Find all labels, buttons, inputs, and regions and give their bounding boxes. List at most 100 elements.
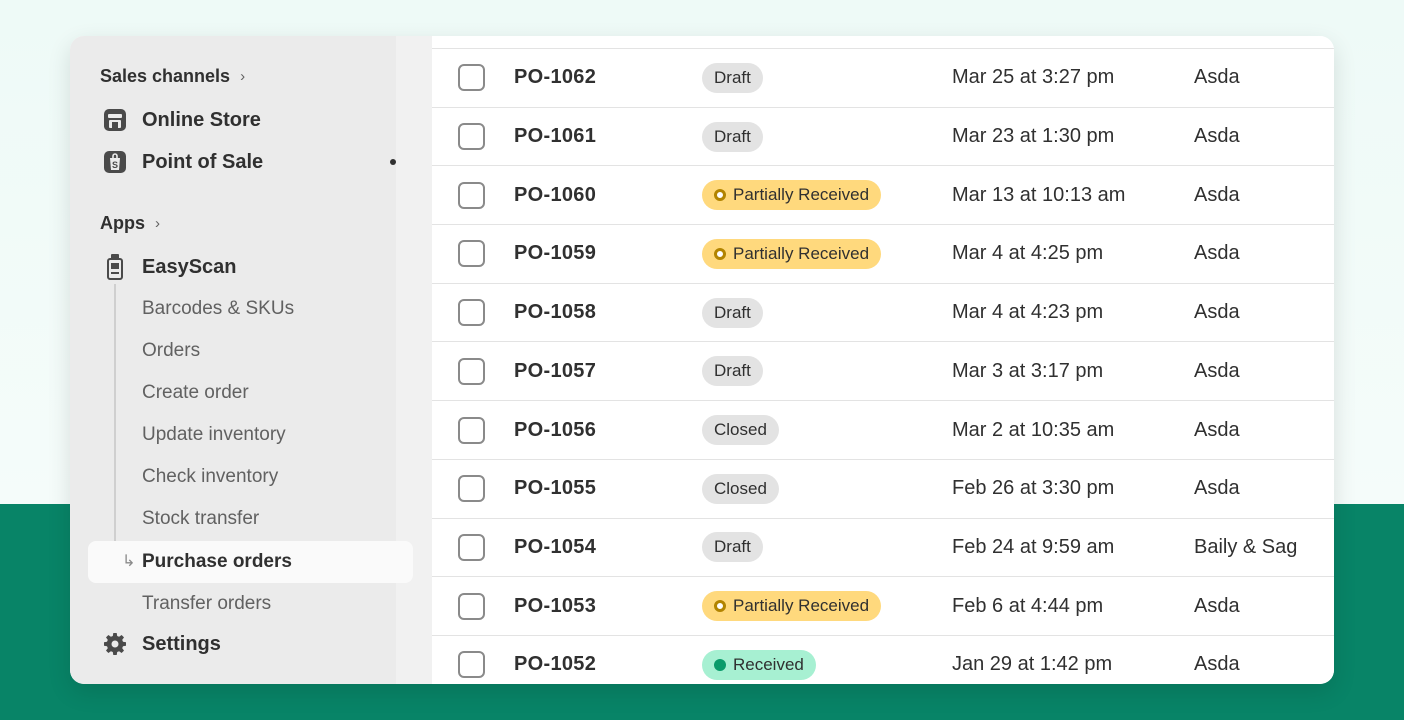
sales-channels-label: Sales channels (100, 66, 231, 86)
order-date: Mar 3 at 3:17 pm (952, 359, 1104, 382)
status-dot-icon (714, 600, 726, 613)
order-date: Feb 26 at 3:30 pm (952, 477, 1115, 500)
order-id[interactable]: PO-1060 (514, 184, 596, 207)
status-dot-icon (714, 247, 726, 260)
supplier-name: Asda (1194, 301, 1240, 324)
table-row[interactable]: PO-1062 Draft Mar 25 at 3:27 pm Asda (432, 49, 1334, 108)
arrow-right-icon: ↳ (122, 553, 136, 570)
supplier-name: Asda (1194, 66, 1240, 89)
row-checkbox[interactable] (458, 240, 485, 268)
status-badge: Draft (702, 297, 763, 328)
table-row[interactable]: PO-1056 Closed Mar 2 at 10:35 am Asda (432, 401, 1334, 460)
order-id[interactable]: PO-1061 (514, 125, 596, 148)
status-badge: Draft (702, 121, 763, 152)
table-row[interactable]: PO-1055 Closed Feb 26 at 3:30 pm Asda (432, 460, 1334, 519)
order-id[interactable]: PO-1055 (514, 477, 596, 500)
sidebar-item-label: Settings (142, 632, 221, 655)
order-id[interactable]: PO-1056 (514, 419, 596, 442)
sidebar-item-settings[interactable]: Settings (100, 624, 400, 664)
row-checkbox[interactable] (458, 475, 485, 503)
status-badge: Closed (702, 415, 779, 446)
status-badge: Closed (702, 473, 779, 504)
status-label: Received (733, 654, 804, 674)
sidebar-subitem-orders[interactable]: Orders (142, 331, 200, 371)
sidebar-subitem-label: Orders (142, 340, 201, 361)
table-row[interactable]: PO-1059 Partially Received Mar 4 at 4:25 p… (432, 225, 1334, 284)
status-badge: Partially Received (702, 180, 882, 211)
row-checkbox[interactable] (458, 651, 485, 679)
order-id[interactable]: PO-1058 (514, 301, 596, 324)
status-badge: Draft (702, 532, 763, 563)
supplier-name: Asda (1194, 594, 1240, 617)
status-badge: Partially Received (702, 591, 882, 622)
sidebar-item-easyscan[interactable]: EasyScan (100, 247, 400, 287)
gear-icon (100, 632, 130, 656)
table-row[interactable]: PO-1061 Draft Mar 23 at 1:30 pm Asda (432, 108, 1334, 167)
order-id[interactable]: PO-1054 (514, 536, 596, 559)
status-label: Partially Received (733, 185, 870, 205)
pos-bag-icon: S (100, 149, 130, 175)
sidebar-subitem-barcodes[interactable]: Barcodes & SKUs (142, 289, 294, 329)
sidebar-item-point-of-sale[interactable]: S Point of Sale (100, 142, 400, 182)
order-id[interactable]: PO-1059 (514, 242, 596, 265)
table-row[interactable]: PO-1060 Partially Received Mar 13 at 10:13… (432, 166, 1334, 226)
row-checkbox[interactable] (458, 181, 485, 209)
sales-channels-header[interactable]: Sales channels › (100, 66, 245, 87)
order-id[interactable]: PO-1053 (514, 595, 596, 618)
order-id[interactable]: PO-1052 (514, 653, 596, 676)
order-id[interactable]: PO-1057 (514, 360, 596, 383)
sidebar-item-label: Point of Sale (142, 150, 264, 173)
status-badge: Received (702, 649, 816, 680)
apps-header[interactable]: Apps › (100, 213, 160, 234)
sidebar-subitem-create-order[interactable]: Create order (142, 373, 249, 413)
status-label: Closed (714, 478, 767, 498)
sidebar-item-label: EasyScan (142, 255, 237, 278)
status-label: Draft (714, 537, 751, 557)
sidebar-subitem-update-inventory[interactable]: Update inventory (142, 415, 286, 455)
status-label: Draft (714, 361, 751, 381)
status-dot-icon (714, 658, 726, 671)
sidebar-subitem-label: Create order (142, 382, 249, 403)
sidebar-item-label: Online Store (142, 108, 261, 131)
status-label: Partially Received (733, 596, 870, 616)
purchase-orders-table: PO-1062 Draft Mar 25 at 3:27 pm Asda PO-1061… (432, 36, 1334, 684)
sidebar-subitem-check-inventory[interactable]: Check inventory (142, 457, 278, 497)
sidebar-subitem-transfer-orders[interactable]: Transfer orders (142, 584, 271, 624)
table-row[interactable]: PO-1057 Draft Mar 3 at 3:17 pm Asda (432, 343, 1334, 402)
status-label: Draft (714, 67, 751, 87)
app-window: Sales channels › Online Store S Point of… (70, 36, 1334, 684)
sidebar-subitem-purchase-orders[interactable]: Purchase orders (142, 542, 292, 582)
row-checkbox[interactable] (458, 357, 485, 385)
order-date: Mar 4 at 4:23 pm (952, 301, 1104, 324)
row-checkbox[interactable] (458, 64, 485, 92)
sidebar-subitem-label: Purchase orders (142, 551, 292, 572)
table-row[interactable]: PO-1054 Draft Feb 24 at 9:59 am Baily & Sag (432, 519, 1334, 578)
row-checkbox[interactable] (458, 123, 485, 151)
row-checkbox[interactable] (458, 533, 485, 561)
table-row[interactable]: PO-1052 Received Jan 29 at 1:42 pm Asda (432, 636, 1334, 684)
status-dot-icon (714, 189, 726, 202)
supplier-name: Asda (1194, 242, 1240, 265)
row-checkbox[interactable] (458, 299, 485, 327)
order-date: Jan 29 at 1:42 pm (952, 653, 1113, 676)
supplier-name: Asda (1194, 183, 1240, 206)
order-id[interactable]: PO-1062 (514, 66, 596, 89)
table-row[interactable]: PO-1053 Partially Received Feb 6 at 4:44 p… (432, 577, 1334, 636)
status-badge: Draft (702, 356, 763, 387)
table-row[interactable]: PO-1058 Draft Mar 4 at 4:23 pm Asda (432, 284, 1334, 343)
sidebar-item-online-store[interactable]: Online Store (100, 100, 400, 140)
chevron-right-icon: › (240, 68, 246, 85)
status-badge: Draft (702, 62, 763, 93)
apps-label: Apps (100, 213, 145, 233)
order-date: Mar 13 at 10:13 am (952, 183, 1126, 206)
sidebar-subitem-label: Barcodes & SKUs (142, 298, 295, 319)
notification-dot (390, 159, 396, 165)
status-label: Partially Received (733, 243, 870, 263)
order-date: Mar 25 at 3:27 pm (952, 66, 1115, 89)
row-checkbox[interactable] (458, 416, 485, 444)
sidebar-subitem-stock-transfer[interactable]: Stock transfer (142, 499, 259, 539)
status-label: Draft (714, 302, 751, 322)
status-label: Draft (714, 126, 751, 146)
supplier-name: Baily & Sag (1194, 535, 1298, 558)
row-checkbox[interactable] (458, 592, 485, 620)
